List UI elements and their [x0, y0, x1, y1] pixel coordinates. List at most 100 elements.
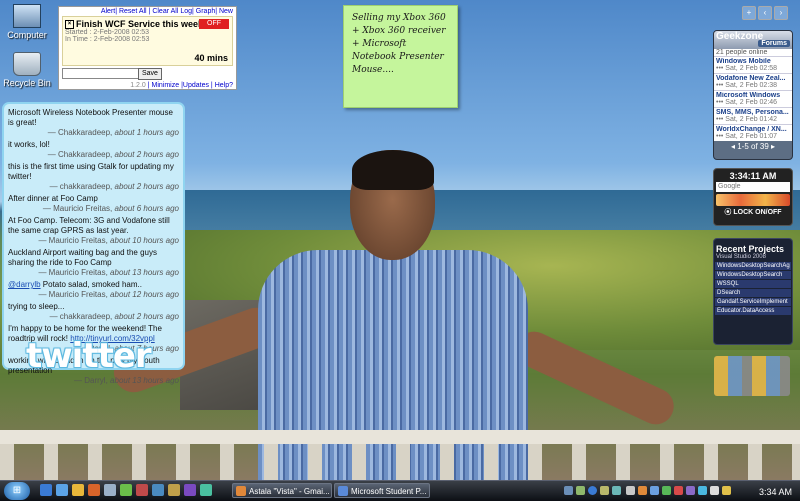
tweet-byline: — Chakkaradeep, about 1 hours ago: [8, 128, 179, 138]
forum-item[interactable]: SMS, MMS, Persona... ••• Sat, 2 Feb 01:42: [714, 107, 792, 124]
desktop-icon-label: Recycle Bin: [3, 78, 51, 88]
tray-icon[interactable]: [638, 486, 647, 495]
forum-item[interactable]: WorldxChange / XN... ••• Sat, 2 Feb 01:07: [714, 124, 792, 141]
task-timer-footer: 1.2.0 | Minimize |Updates | Help?: [130, 82, 233, 89]
sidebar-prev-icon[interactable]: ‹: [758, 6, 772, 20]
project-item[interactable]: DSearch: [715, 289, 791, 297]
task-checkbox[interactable]: ×: [65, 20, 74, 30]
network-icon[interactable]: [698, 486, 707, 495]
tweet-author[interactable]: — chakkaradeep,: [50, 182, 113, 191]
recent-projects-gadget: Recent Projects Visual Studio 2008 Windo…: [713, 238, 793, 345]
tweet-author[interactable]: — Mauricio Freitas,: [38, 290, 107, 299]
tweet-author[interactable]: — Mauricio Freitas,: [38, 236, 107, 245]
project-item[interactable]: Gandalf.ServiceImplement: [715, 298, 791, 306]
google-search-input[interactable]: Google: [716, 182, 790, 192]
app-icon[interactable]: [184, 484, 196, 496]
forum-item-date: ••• Sat, 2 Feb 02:38: [716, 82, 778, 89]
updates-link[interactable]: Updates: [183, 82, 209, 89]
show-desktop-icon[interactable]: [40, 484, 52, 496]
geekzone-gadget: Geekzone Forums 21 people online Windows…: [713, 30, 793, 160]
sidebar-next-icon[interactable]: ›: [774, 6, 788, 20]
tile-launcher-gadget[interactable]: [714, 356, 790, 396]
tray-icon[interactable]: [600, 486, 609, 495]
power-icon[interactable]: [722, 486, 731, 495]
tray-icon[interactable]: [674, 486, 683, 495]
tweet-byline: — chakkaradeep, about 2 hours ago: [8, 312, 179, 322]
tweet-body: Potato salad, smoked ham..: [40, 280, 142, 289]
tray-icon[interactable]: [564, 486, 573, 495]
taskbar-button-label: Astala "Vista" - Gmai...: [249, 487, 330, 496]
geekzone-title: Geekzone: [716, 31, 764, 42]
tweet-text: After dinner at Foo Camp: [8, 194, 98, 203]
project-item[interactable]: WSSQL: [715, 280, 791, 288]
taskbar-button-label: Microsoft Student P...: [351, 487, 427, 496]
app-icon[interactable]: [120, 484, 132, 496]
forum-item[interactable]: Microsoft Windows ••• Sat, 2 Feb 02:46: [714, 90, 792, 107]
tweet-author[interactable]: — Mauricio Freitas,: [38, 268, 107, 277]
task-in-time: In Time : 2-Feb-2008 02:53: [65, 36, 150, 44]
sticky-note[interactable]: Selling my Xbox 360 + Xbox 360 receiver …: [343, 5, 458, 108]
app-icon[interactable]: [136, 484, 148, 496]
volume-icon[interactable]: [710, 486, 719, 495]
app-icon[interactable]: [152, 484, 164, 496]
tweet-text: this is the first time using Gtalk for u…: [8, 162, 174, 181]
tweet-author[interactable]: — Darryl,: [74, 376, 108, 385]
tweet-text: Auckland Airport waiting bag and the guy…: [8, 248, 157, 267]
tweet-author[interactable]: — Chakkaradeep,: [48, 150, 112, 159]
app-icon[interactable]: [168, 484, 180, 496]
tray-icon[interactable]: [650, 486, 659, 495]
lock-toggle-button[interactable]: ⦿ LOCK ON/OFF: [714, 207, 792, 217]
tray-icon[interactable]: [576, 486, 585, 495]
taskbar-button-gmail[interactable]: Astala "Vista" - Gmai...: [232, 483, 332, 498]
help-link[interactable]: Help?: [215, 82, 233, 89]
forum-item-title: Windows Mobile: [716, 58, 771, 65]
tweet-byline: — Mauricio Freitas, about 10 hours ago: [8, 236, 179, 246]
online-count: 21 people online: [714, 49, 792, 56]
forums-label[interactable]: Forums: [758, 40, 790, 47]
app-icon[interactable]: [200, 484, 212, 496]
tweet-time: about 12 hours ago: [110, 290, 179, 299]
save-button[interactable]: Save: [138, 68, 162, 80]
forum-pager[interactable]: ◂ 1-5 of 39 ▸: [714, 141, 792, 152]
task-timer-toplinks[interactable]: Alert| Reset All | Clear All Log| Graph|…: [59, 7, 236, 16]
recent-projects-title: Recent Projects: [716, 244, 785, 254]
forum-item-title: WorldxChange / XN...: [716, 126, 787, 133]
tray-icon[interactable]: [662, 486, 671, 495]
desktop-icon-recycle-bin[interactable]: Recycle Bin: [2, 52, 52, 88]
tweet-author[interactable]: — chakkaradeep,: [50, 312, 113, 321]
project-item[interactable]: WindowsDesktopSearch: [715, 271, 791, 279]
tweet-time: about 1 hours ago: [114, 128, 180, 137]
firefox-icon[interactable]: [88, 484, 100, 496]
taskbar-clock[interactable]: 3:34 AM: [759, 483, 792, 501]
minimize-link[interactable]: Minimize: [152, 82, 180, 89]
recent-projects-subtitle: Visual Studio 2008: [716, 254, 766, 260]
tweet-byline: — Mauricio Freitas, about 6 hours ago: [8, 204, 179, 214]
forum-item[interactable]: Windows Mobile ••• Sat, 2 Feb 02:58: [714, 56, 792, 73]
project-item[interactable]: Educator.DataAccess: [715, 307, 791, 315]
taskbar-button-student[interactable]: Microsoft Student P...: [334, 483, 430, 498]
wallpaper-railing: [0, 430, 800, 444]
sidebar-add-icon[interactable]: +: [742, 6, 756, 20]
forum-item-title: Vodafone New Zeal...: [716, 75, 786, 82]
media-play-icon[interactable]: [588, 486, 597, 495]
tray-icon[interactable]: [612, 486, 621, 495]
firefox-icon: [236, 486, 246, 496]
desktop-icon-computer[interactable]: Computer: [2, 4, 52, 40]
ie-icon[interactable]: [56, 484, 68, 496]
window-icon: [338, 486, 348, 496]
tray-icon[interactable]: [686, 486, 695, 495]
task-off-button[interactable]: OFF: [199, 19, 229, 29]
folder-icon[interactable]: [72, 484, 84, 496]
tweet-author[interactable]: — Mauricio Freitas,: [43, 204, 112, 213]
forum-item[interactable]: Vodafone New Zeal... ••• Sat, 2 Feb 02:38: [714, 73, 792, 90]
project-item[interactable]: WindowsDesktopSearchAg: [715, 262, 791, 270]
tweet-byline: — chakkaradeep, about 2 hours ago: [8, 182, 179, 192]
tweet-author[interactable]: — Chakkaradeep,: [48, 128, 112, 137]
start-button[interactable]: ⊞: [4, 482, 30, 500]
quick-launch-icons[interactable]: [716, 194, 790, 206]
tray-icon[interactable]: [626, 486, 635, 495]
tweet-byline: — Darryl, about 13 hours ago: [8, 376, 179, 386]
app-icon[interactable]: [104, 484, 116, 496]
tweet-byline: — Mauricio Freitas, about 12 hours ago: [8, 290, 179, 300]
tweet-mention-link[interactable]: @darrylb: [8, 280, 41, 289]
